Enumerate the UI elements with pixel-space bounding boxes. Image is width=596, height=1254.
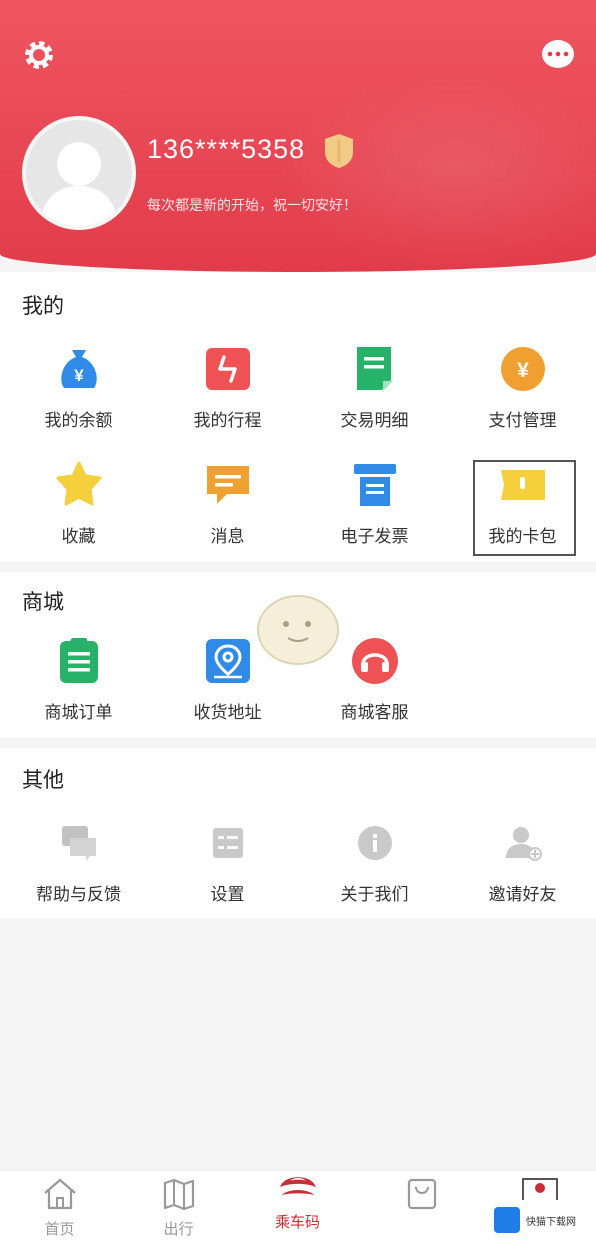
section-other: 其他 帮助与反馈 设置 关于我们 邀请好友: [0, 748, 596, 918]
watermark-text: 快猫下载网: [526, 1216, 576, 1228]
tab-label: 乘车码: [274, 1214, 320, 1231]
avatar[interactable]: [22, 116, 136, 230]
tab-label: 出行: [163, 1221, 194, 1238]
home-icon: [43, 1178, 76, 1210]
svg-text:¥: ¥: [517, 359, 529, 382]
yuan-coin-icon: ¥: [500, 347, 545, 391]
item-label: 收货地址: [193, 703, 262, 722]
svg-text:¥: ¥: [74, 366, 84, 385]
messages-item[interactable]: 消息: [153, 460, 302, 547]
settings-item[interactable]: 设置: [153, 818, 302, 905]
route-icon: [205, 348, 250, 390]
tab-mall[interactable]: [362, 1171, 481, 1218]
tab-ride-code[interactable]: 乘车码: [238, 1171, 357, 1232]
item-label: 收藏: [61, 527, 96, 546]
tab-travel[interactable]: 出行: [119, 1171, 238, 1239]
item-label: 帮助与反馈: [36, 885, 121, 904]
item-label: 商城客服: [340, 703, 409, 722]
more-chat-icon[interactable]: [540, 38, 576, 72]
invoice-icon: [353, 464, 396, 506]
mascot-watermark-icon: [257, 595, 339, 665]
qr-ride-icon: [279, 1177, 316, 1195]
mall-orders-item[interactable]: 商城订单: [4, 636, 153, 723]
item-label: 我的行程: [193, 411, 262, 430]
shopping-bag-icon: [407, 1178, 436, 1210]
selection-highlight: [473, 460, 576, 556]
phone-number: 136****5358: [147, 134, 306, 164]
message-icon: [206, 466, 249, 504]
tab-label: 首页: [44, 1221, 75, 1238]
item-label: 交易明细: [340, 411, 409, 430]
watermark-logo-icon: [494, 1207, 520, 1233]
gear-icon[interactable]: [22, 38, 56, 72]
e-invoice-item[interactable]: 电子发票: [300, 460, 449, 547]
map-icon: [163, 1178, 194, 1211]
section-title: 商城: [22, 591, 64, 614]
tab-home[interactable]: 首页: [0, 1171, 119, 1239]
item-label: 设置: [210, 885, 245, 904]
shield-badge-icon[interactable]: [322, 132, 356, 170]
item-label: 我的余额: [44, 411, 113, 430]
invite-friends-item[interactable]: 邀请好友: [448, 818, 596, 905]
headset-icon: [351, 638, 398, 684]
item-label: 消息: [210, 527, 245, 546]
item-label: 商城订单: [44, 703, 113, 722]
section-title: 其他: [22, 769, 64, 792]
feedback-icon: [61, 826, 96, 861]
transactions-item[interactable]: 交易明细: [300, 344, 449, 431]
my-trips-item[interactable]: 我的行程: [153, 344, 302, 431]
profile-header: 136****5358 每次都是新的开始，祝一切安好！: [0, 0, 596, 272]
star-icon: [56, 461, 101, 506]
help-feedback-item[interactable]: 帮助与反馈: [4, 818, 153, 905]
item-label: 支付管理: [488, 411, 557, 430]
my-balance-item[interactable]: ¥ 我的余额: [4, 344, 153, 431]
item-label: 关于我们: [340, 885, 409, 904]
favorites-item[interactable]: 收藏: [4, 460, 153, 547]
item-label: 邀请好友: [488, 885, 557, 904]
item-label: 电子发票: [340, 527, 409, 546]
info-icon: [357, 826, 392, 860]
money-bag-icon: ¥: [60, 350, 97, 388]
motto: 每次都是新的开始，祝一切安好！: [147, 197, 357, 213]
add-user-icon: [505, 827, 542, 861]
order-clipboard-icon: [59, 638, 98, 683]
section-title: 我的: [22, 295, 64, 318]
location-pin-icon: [205, 639, 250, 683]
site-watermark: 快猫下载网: [490, 1200, 590, 1240]
about-us-item[interactable]: 关于我们: [300, 818, 449, 905]
document-icon: [356, 347, 393, 391]
payment-item[interactable]: ¥ 支付管理: [448, 344, 596, 431]
settings-list-icon: [212, 828, 243, 858]
